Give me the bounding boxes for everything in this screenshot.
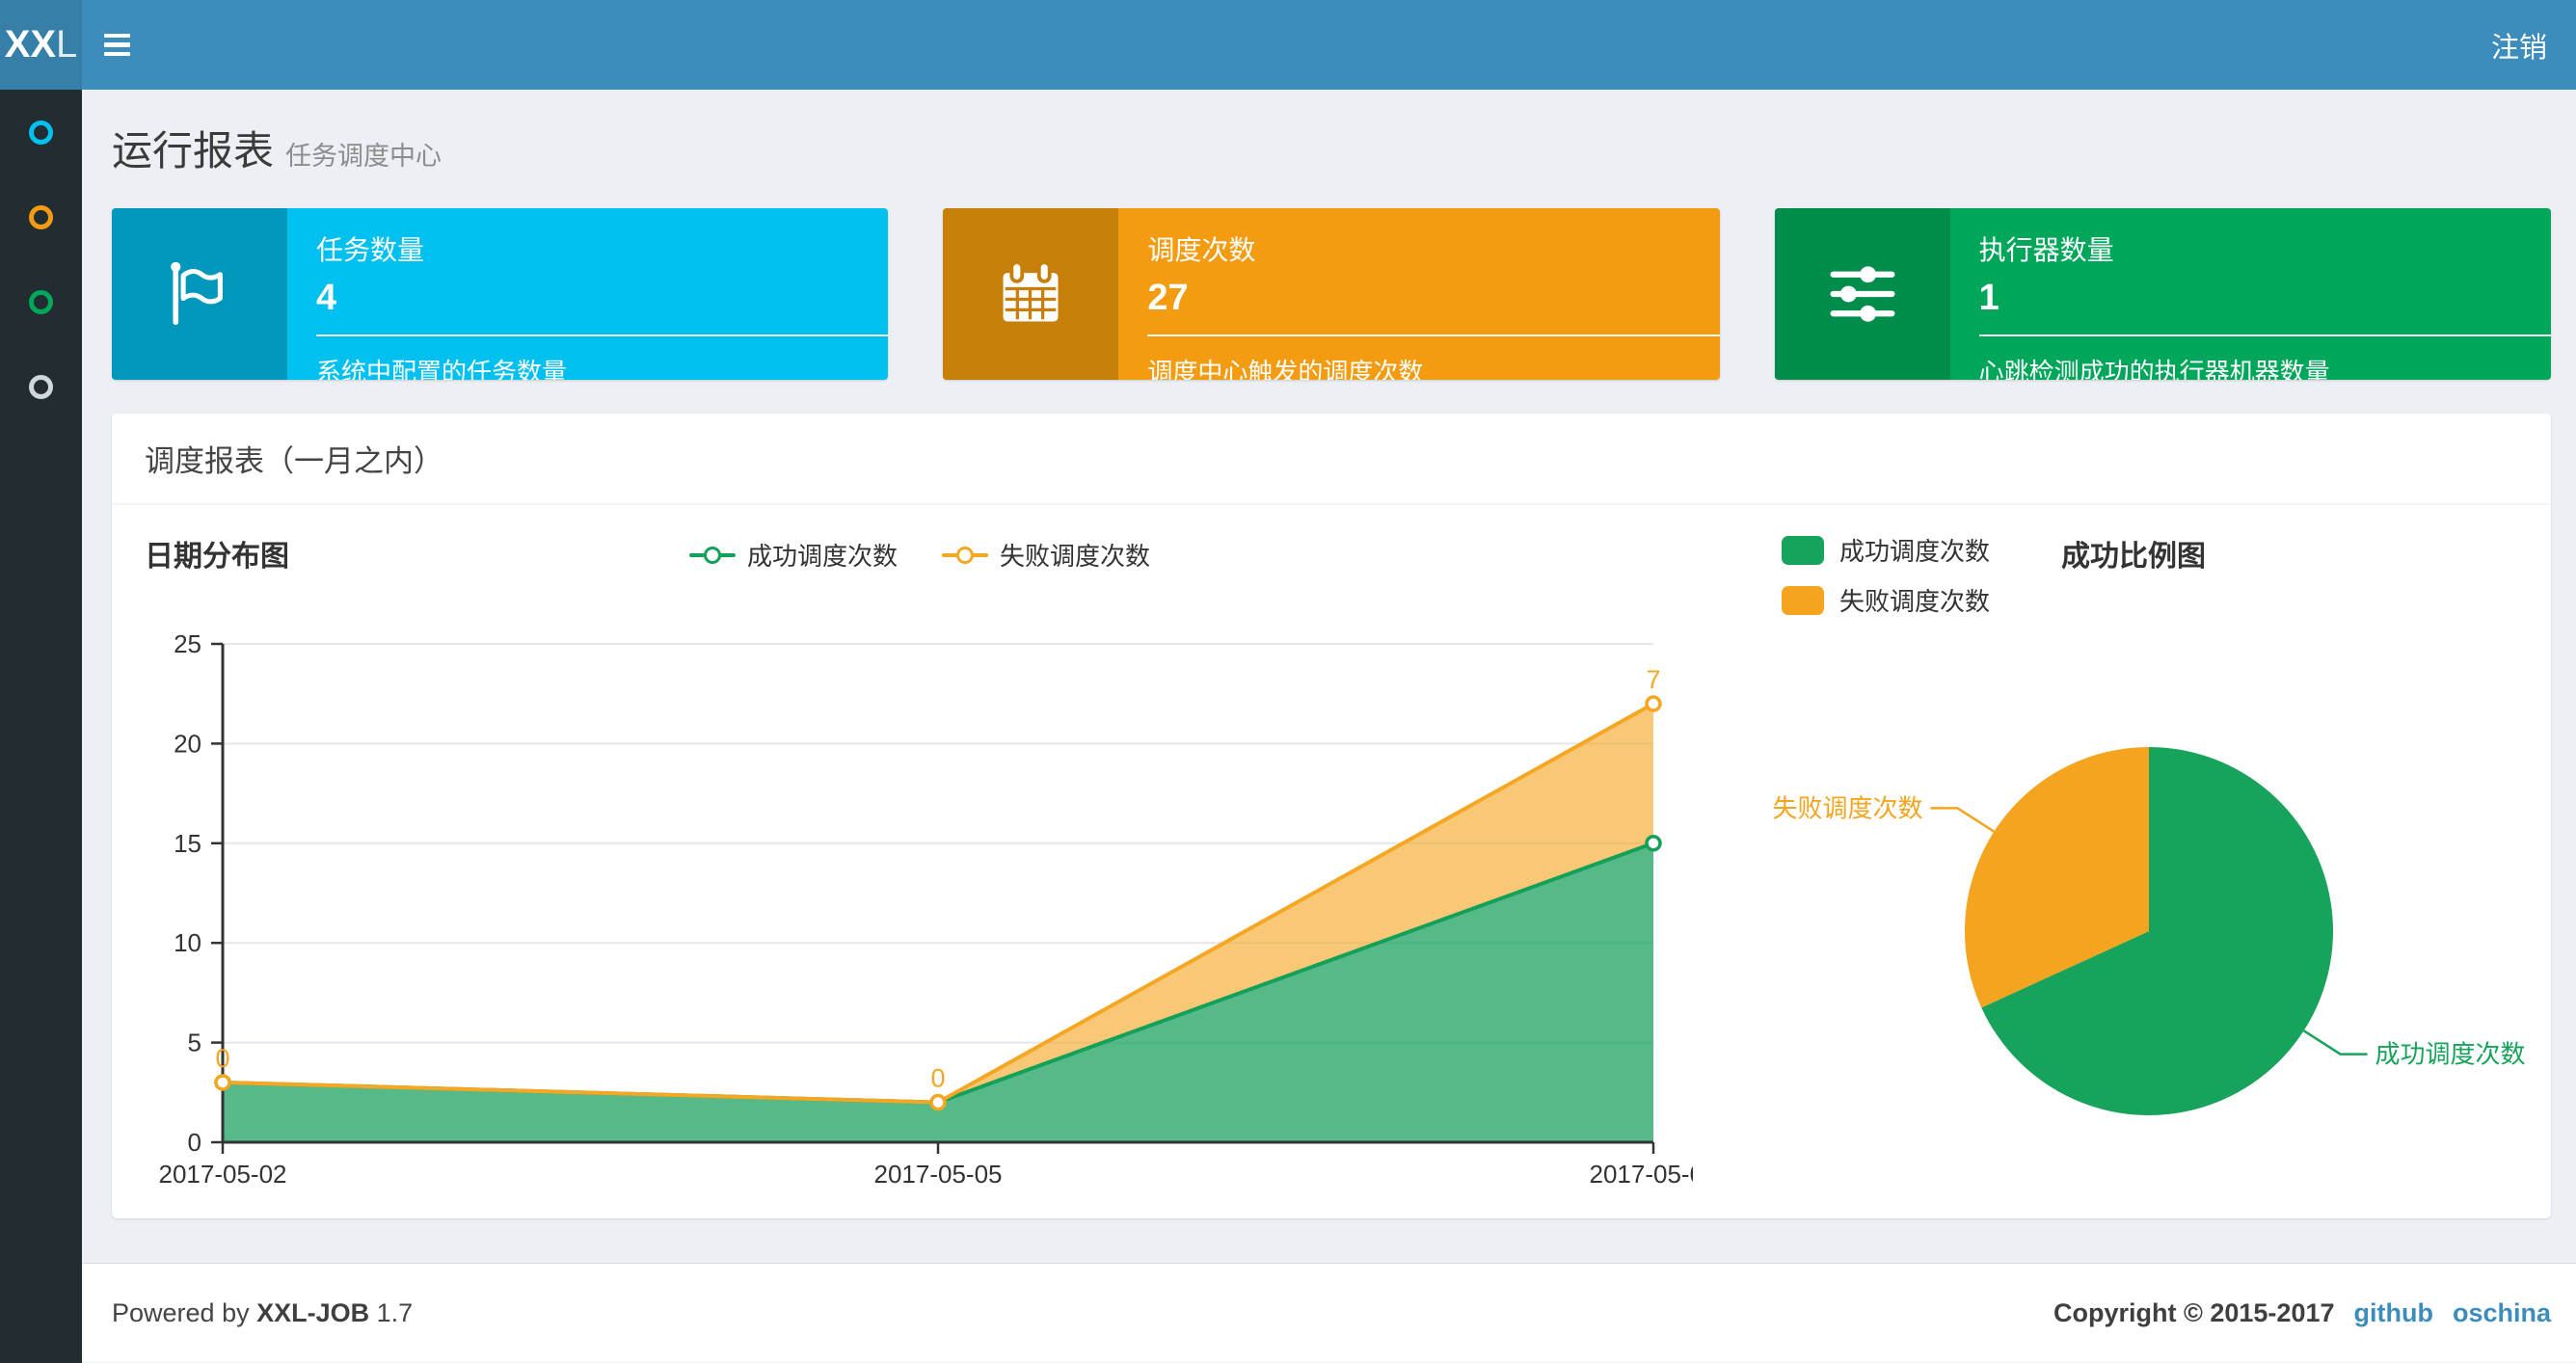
oschina-link[interactable]: oschina xyxy=(2453,1298,2551,1328)
sidebar-toggle-button[interactable] xyxy=(82,0,151,90)
card-divider xyxy=(316,334,889,336)
svg-text:2017-05-08: 2017-05-08 xyxy=(1590,1160,1694,1189)
sidebar-item-4[interactable] xyxy=(0,344,82,429)
svg-text:2017-05-05: 2017-05-05 xyxy=(874,1160,1003,1189)
card-body: 执行器数量 1 心跳检测成功的执行器机器数量 xyxy=(1950,208,2551,380)
svg-text:10: 10 xyxy=(174,928,201,957)
sidebar-item-1[interactable] xyxy=(0,90,82,174)
svg-text:25: 25 xyxy=(174,629,201,658)
report-panel: 调度报表（一月之内） 日期分布图 成功调度次数 失败调度次数 0 5 10 15 20 25… xyxy=(112,414,2551,1218)
line-chart: 05101520252017-05-022017-05-052017-05-08… xyxy=(159,629,1694,1189)
sidebar-item-3[interactable] xyxy=(0,259,82,344)
stat-card-triggers: 调度次数 27 调度中心触发的调度次数 xyxy=(943,208,1720,380)
circle-icon xyxy=(29,204,53,229)
card-value: 27 xyxy=(1147,278,1189,318)
legend-label: 成功调度次数 xyxy=(1839,537,1991,566)
sidebar-item-2[interactable] xyxy=(0,174,82,259)
pie-chart-title: 成功比例图 xyxy=(2061,541,2206,573)
flag-icon xyxy=(112,208,287,380)
content-header: 运行报表 任务调度中心 xyxy=(82,90,2576,177)
page-subtitle: 任务调度中心 xyxy=(285,142,443,171)
logo-text-bold: XX xyxy=(4,23,57,66)
legend-item[interactable]: 成功调度次数 xyxy=(688,537,898,573)
legend-label: 成功调度次数 xyxy=(746,542,898,571)
line-chart-legend: 成功调度次数 失败调度次数 xyxy=(112,537,1728,573)
legend-item[interactable]: 成功调度次数 xyxy=(1782,532,1990,568)
card-description: 心跳检测成功的执行器机器数量 xyxy=(1978,358,2330,380)
card-value: 1 xyxy=(1978,278,1999,318)
legend-item[interactable]: 失败调度次数 xyxy=(942,537,1150,573)
card-description: 调度中心触发的调度次数 xyxy=(1147,358,1424,380)
page-title: 运行报表 任务调度中心 xyxy=(112,119,2551,177)
line-marker-icon xyxy=(942,546,988,564)
card-title: 执行器数量 xyxy=(1978,235,2114,265)
pie-chart: 成功调度次数 失败调度次数 xyxy=(1772,747,2526,1115)
sliders-icon xyxy=(1774,208,1950,380)
card-body: 调度次数 27 调度中心触发的调度次数 xyxy=(1118,208,1720,380)
legend-label: 失败调度次数 xyxy=(1000,542,1151,571)
sidebar xyxy=(0,90,82,1363)
app-container: XX L 注销 运行报表 任务调度中心 任务数量 4 系统中配置的任务数量 调度… xyxy=(0,0,2576,1363)
svg-text:15: 15 xyxy=(174,829,201,858)
svg-text:失败调度次数: 失败调度次数 xyxy=(1772,793,1922,822)
svg-text:0: 0 xyxy=(930,1064,945,1093)
footer: Powered by XXL-JOB 1.7 Copyright © 2015-… xyxy=(82,1263,2576,1362)
svg-text:7: 7 xyxy=(1646,665,1660,694)
svg-text:0: 0 xyxy=(188,1128,201,1157)
svg-text:成功调度次数: 成功调度次数 xyxy=(2375,1040,2526,1069)
content: 运行报表 任务调度中心 任务数量 4 系统中配置的任务数量 调度次数 27 调度… xyxy=(82,90,2576,1363)
panel-header: 调度报表（一月之内） xyxy=(112,414,2551,505)
powered-by: Powered by XXL-JOB 1.7 xyxy=(112,1298,413,1328)
pie-chart-legend: 成功调度次数 失败调度次数 xyxy=(1782,532,1990,618)
line-marker-icon xyxy=(688,546,736,564)
circle-icon xyxy=(29,374,53,399)
card-divider xyxy=(1147,334,1720,336)
circle-icon xyxy=(29,120,53,145)
svg-text:0: 0 xyxy=(215,1044,229,1073)
hamburger-icon xyxy=(103,33,130,57)
svg-text:2017-05-02: 2017-05-02 xyxy=(159,1160,287,1189)
legend-label: 失败调度次数 xyxy=(1839,587,1991,616)
github-link[interactable]: github xyxy=(2354,1298,2433,1328)
panel-title: 调度报表（一月之内） xyxy=(145,444,443,478)
logo[interactable]: XX L xyxy=(0,0,82,90)
card-title: 调度次数 xyxy=(1147,235,1256,265)
powered-by-text: Powered by xyxy=(112,1297,250,1327)
stat-card-jobs: 任务数量 4 系统中配置的任务数量 xyxy=(112,208,889,380)
card-title: 任务数量 xyxy=(316,235,425,265)
product-name: XXL-JOB xyxy=(256,1297,370,1327)
square-marker-icon xyxy=(1782,585,1824,615)
svg-text:20: 20 xyxy=(174,729,201,758)
footer-right: Copyright © 2015-2017 github oschina xyxy=(2053,1298,2551,1328)
card-description: 系统中配置的任务数量 xyxy=(316,358,568,380)
square-marker-icon xyxy=(1782,535,1824,565)
logout-link[interactable]: 注销 xyxy=(2462,0,2576,90)
calendar-icon xyxy=(943,208,1119,380)
card-value: 4 xyxy=(316,278,337,318)
page-title-text: 运行报表 xyxy=(112,128,275,174)
copyright-text: Copyright © 2015-2017 xyxy=(2053,1297,2335,1327)
version-text: 1.7 xyxy=(376,1297,414,1327)
stat-cards-row: 任务数量 4 系统中配置的任务数量 调度次数 27 调度中心触发的调度次数 执行… xyxy=(112,208,2551,380)
svg-text:5: 5 xyxy=(188,1029,201,1057)
card-divider xyxy=(1978,334,2551,336)
circle-icon xyxy=(29,289,53,314)
card-body: 任务数量 4 系统中配置的任务数量 xyxy=(287,208,889,380)
legend-item[interactable]: 失败调度次数 xyxy=(1782,582,1990,618)
topbar: XX L 注销 xyxy=(0,0,2576,90)
stat-card-executors: 执行器数量 1 心跳检测成功的执行器机器数量 xyxy=(1774,208,2551,380)
panel-body: 日期分布图 成功调度次数 失败调度次数 0 5 10 15 20 25 2017-05-02 2… xyxy=(112,505,2551,1229)
logo-text-light: L xyxy=(56,23,78,66)
